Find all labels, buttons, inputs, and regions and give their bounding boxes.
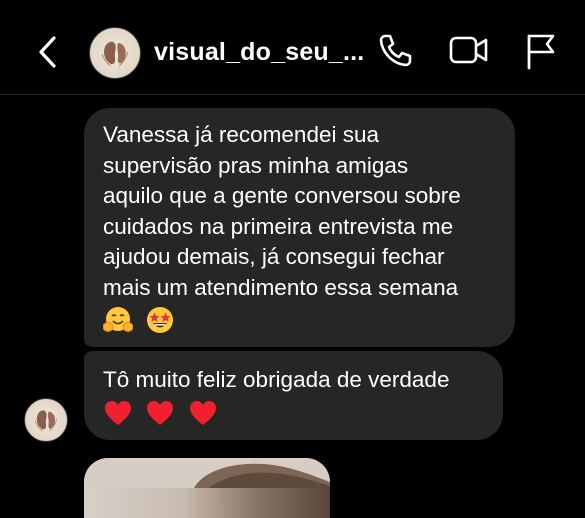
red-heart-icon xyxy=(105,400,131,425)
message-line: ajudou demais, já consegui fechar xyxy=(103,244,445,269)
video-camera-icon[interactable] xyxy=(448,30,490,70)
flag-icon[interactable] xyxy=(522,30,558,72)
message-line: mais um atendimento essa semana xyxy=(103,274,459,300)
red-heart-icon xyxy=(147,400,174,425)
message-bubble[interactable]: Tô muito feliz obrigada de verdade xyxy=(84,351,503,440)
photo-message[interactable] xyxy=(84,458,330,518)
contact-avatar[interactable] xyxy=(89,27,141,79)
message-line: aquilo que a gente conversou sobre xyxy=(103,183,461,208)
message-line: cuidados na primeira entrevista me xyxy=(103,213,454,239)
star-struck-icon xyxy=(147,307,174,334)
phone-icon[interactable] xyxy=(376,30,414,70)
emoji-row xyxy=(103,397,485,429)
logo-mark-icon xyxy=(34,410,58,432)
message-line: Tô muito feliz obrigada de verdade xyxy=(103,367,450,392)
red-heart-icon xyxy=(189,400,216,425)
message-line: Vanessa já recomendei sua xyxy=(103,122,379,147)
message-line: supervisão pras minha amigas xyxy=(103,152,409,178)
message-bubble[interactable]: Vanessa já recomendei sua supervisão pra… xyxy=(84,108,515,347)
sender-avatar[interactable] xyxy=(24,398,68,442)
contact-username[interactable]: visual_do_seu_... xyxy=(154,38,364,67)
logo-mark-icon xyxy=(101,41,129,67)
chat-header: visual_do_seu_... xyxy=(0,0,585,95)
emoji-row xyxy=(103,304,497,336)
chevron-left-icon[interactable] xyxy=(34,32,62,72)
hugging-face-icon xyxy=(103,307,133,333)
